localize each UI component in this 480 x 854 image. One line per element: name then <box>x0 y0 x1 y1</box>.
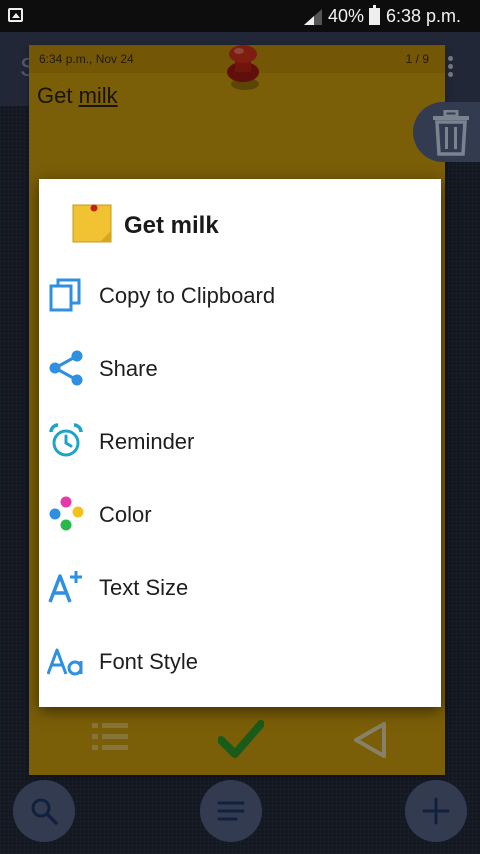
note-options-dialog: Get milk Copy to Clipboard Share Reminde… <box>39 179 441 707</box>
status-time: 6:38 p.m. <box>386 6 462 26</box>
menu-item-label: Share <box>99 356 158 381</box>
copy-icon <box>49 278 81 312</box>
font-style-icon <box>47 648 83 676</box>
menu-item-label: Copy to Clipboard <box>99 283 276 308</box>
menu-item-text-size[interactable]: Text Size <box>39 551 441 624</box>
share-icon <box>49 350 83 386</box>
menu-item-label: Text Size <box>99 575 189 600</box>
menu-item-copy-to-clipboard[interactable]: Copy to Clipboard <box>39 259 441 332</box>
sticky-note-icon <box>72 204 112 243</box>
status-bar: 40% 6:38 p.m. <box>0 0 480 32</box>
dialog-title: Get milk <box>124 212 219 239</box>
menu-item-label: Color <box>99 502 152 527</box>
menu-item-label: Reminder <box>99 429 195 454</box>
image-notification-icon <box>8 8 23 22</box>
alarm-clock-icon <box>49 423 83 457</box>
dialog-header: Get milk <box>39 179 441 269</box>
menu-item-share[interactable]: Share <box>39 332 441 405</box>
signal-icon <box>304 9 322 25</box>
text-size-icon <box>48 571 82 603</box>
menu-item-reminder[interactable]: Reminder <box>39 405 441 478</box>
menu-item-font-style[interactable]: Font Style <box>39 625 441 698</box>
battery-percent: 40% <box>328 6 365 26</box>
menu-item-label: Font Style <box>99 649 199 674</box>
menu-item-color[interactable]: Color <box>39 478 441 551</box>
color-dots-icon <box>49 496 84 531</box>
battery-icon <box>369 5 380 25</box>
